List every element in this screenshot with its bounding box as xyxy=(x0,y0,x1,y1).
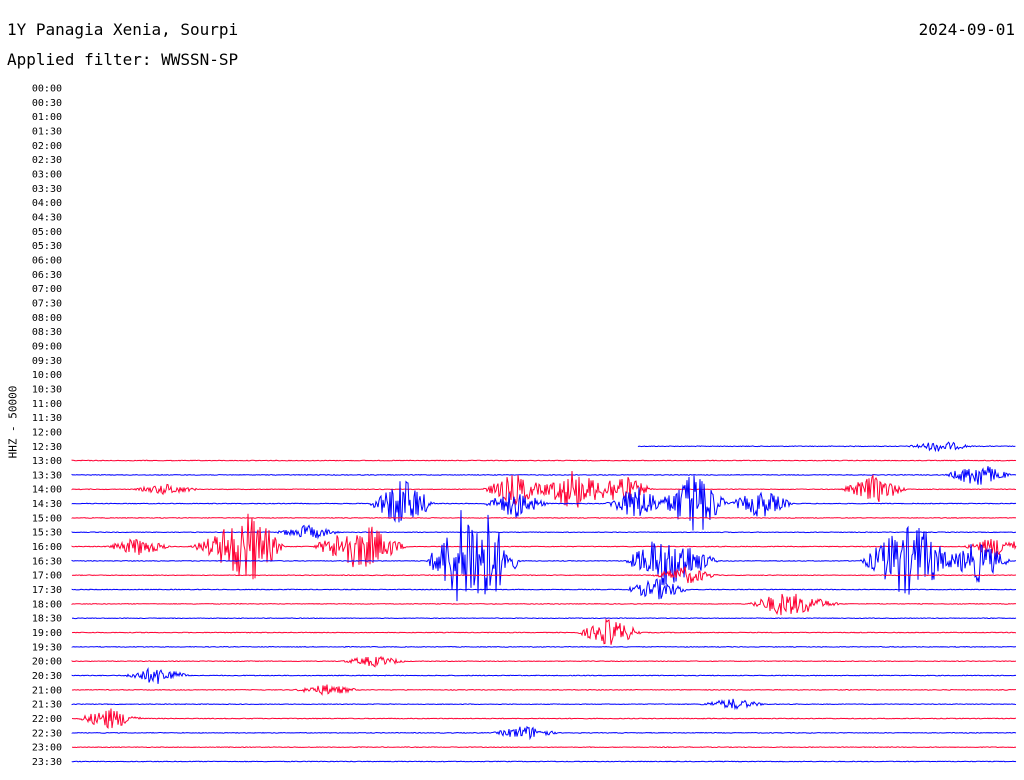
time-label: 00:30 xyxy=(32,98,62,109)
time-label: 13:00 xyxy=(32,456,62,467)
trace-line xyxy=(71,517,1017,519)
time-label: 23:30 xyxy=(32,757,62,768)
trace-line xyxy=(71,708,1017,729)
time-label: 07:00 xyxy=(32,284,62,295)
time-label: 01:00 xyxy=(32,112,62,123)
time-label: 13:30 xyxy=(32,470,62,481)
time-label: 02:30 xyxy=(32,155,62,166)
time-label: 20:00 xyxy=(32,657,62,668)
trace-line xyxy=(71,617,1017,620)
time-label: 08:00 xyxy=(32,313,62,324)
time-label: 15:30 xyxy=(32,528,62,539)
helicorder-chart: 00:00 00:30 01:00 01:30 02:00 02:30 03:00 03:30… xyxy=(32,84,1017,769)
trace-line xyxy=(71,760,1017,763)
time-label: 18:30 xyxy=(32,614,62,625)
time-label: 18:00 xyxy=(32,599,62,610)
time-label: 14:00 xyxy=(32,485,62,496)
time-label: 12:30 xyxy=(32,442,62,453)
time-labels: 00:00 00:30 01:00 01:30 02:00 02:30 03:00 03:30… xyxy=(32,84,62,769)
trace-line xyxy=(71,618,1016,645)
time-label: 09:00 xyxy=(32,341,62,352)
time-label: 10:00 xyxy=(32,370,62,381)
time-label: 06:00 xyxy=(32,255,62,266)
time-label: 16:30 xyxy=(32,556,62,567)
time-label: 09:30 xyxy=(32,356,62,367)
time-label: 22:30 xyxy=(32,728,62,739)
trace-line xyxy=(71,459,1017,462)
trace-line xyxy=(71,725,1017,741)
trace-line xyxy=(71,524,1016,540)
trace-line xyxy=(71,593,1017,616)
time-label: 04:00 xyxy=(32,198,62,209)
seismic-traces xyxy=(71,441,1017,763)
time-label: 10:30 xyxy=(32,384,62,395)
time-label: 20:30 xyxy=(32,671,62,682)
time-label: 21:30 xyxy=(32,700,62,711)
time-label: 03:00 xyxy=(32,169,62,180)
time-label: 05:30 xyxy=(32,241,62,252)
time-label: 23:00 xyxy=(32,743,62,754)
time-label: 19:00 xyxy=(32,628,62,639)
time-label: 01:30 xyxy=(32,126,62,137)
time-label: 14:30 xyxy=(32,499,62,510)
trace-line xyxy=(71,684,1016,696)
trace-line xyxy=(71,510,1017,602)
trace-line xyxy=(71,667,1017,684)
time-label: 02:00 xyxy=(32,141,62,152)
time-label: 15:00 xyxy=(32,513,62,524)
time-label: 16:00 xyxy=(32,542,62,553)
time-label: 12:00 xyxy=(32,427,62,438)
time-label: 03:30 xyxy=(32,184,62,195)
time-label: 22:00 xyxy=(32,714,62,725)
time-label: 19:30 xyxy=(32,642,62,653)
time-label: 07:30 xyxy=(32,298,62,309)
time-label: 06:30 xyxy=(32,270,62,281)
trace-line xyxy=(637,441,1016,453)
time-label: 11:30 xyxy=(32,413,62,424)
trace-line xyxy=(71,578,1017,600)
time-label: 00:00 xyxy=(32,84,62,95)
time-label: 17:30 xyxy=(32,585,62,596)
trace-line xyxy=(71,746,1017,749)
trace-line xyxy=(71,655,1017,668)
time-label: 21:00 xyxy=(32,685,62,696)
time-label: 17:00 xyxy=(32,571,62,582)
time-label: 05:00 xyxy=(32,227,62,238)
trace-line xyxy=(71,645,1017,648)
time-label: 04:30 xyxy=(32,212,62,223)
time-label: 11:00 xyxy=(32,399,62,410)
time-label: 08:30 xyxy=(32,327,62,338)
trace-line xyxy=(71,698,1017,711)
